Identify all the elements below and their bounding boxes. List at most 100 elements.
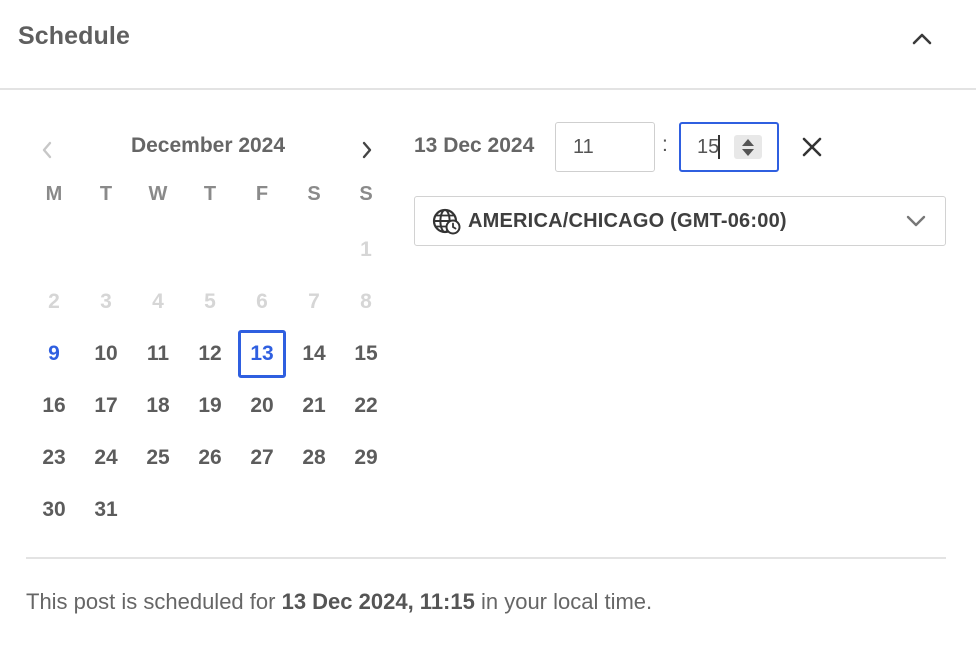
calendar-day[interactable]: 5 [184, 276, 236, 328]
weekday-label: F [255, 183, 269, 205]
calendar-day[interactable]: 6 [236, 276, 288, 328]
calendar-day[interactable]: 19 [184, 380, 236, 432]
calendar-empty-cell [288, 484, 340, 536]
previous-month-button[interactable] [34, 136, 60, 164]
day-number: 21 [302, 394, 326, 417]
calendar-day[interactable]: 31 [80, 484, 132, 536]
calendar-empty-cell [132, 484, 184, 536]
day-number: 14 [302, 342, 326, 365]
calendar-day[interactable]: 8 [340, 276, 392, 328]
calendar-day[interactable]: 24 [80, 432, 132, 484]
calendar-day[interactable]: 21 [288, 380, 340, 432]
day-number: 26 [198, 446, 222, 469]
day-number: 28 [302, 446, 326, 469]
day-number: 4 [152, 290, 164, 313]
weekday-label: S [359, 183, 373, 205]
day-number: 7 [308, 290, 320, 313]
day-number: 13 [238, 330, 286, 378]
calendar-day[interactable]: 2 [28, 276, 80, 328]
calendar-day[interactable]: 28 [288, 432, 340, 484]
hour-input[interactable] [555, 122, 655, 172]
calendar-day[interactable]: 4 [132, 276, 184, 328]
weekday-label: M [45, 183, 63, 205]
schedule-summary: This post is scheduled for 13 Dec 2024, … [26, 589, 652, 615]
day-number: 27 [250, 446, 274, 469]
text-cursor [718, 135, 720, 159]
calendar-day-selected[interactable]: 13 [236, 328, 288, 380]
calendar-day[interactable]: 7 [288, 276, 340, 328]
calendar-day[interactable]: 11 [132, 328, 184, 380]
day-number: 2 [48, 290, 60, 313]
calendar-day[interactable]: 3 [80, 276, 132, 328]
calendar-day[interactable]: 25 [132, 432, 184, 484]
calendar-day[interactable]: 14 [288, 328, 340, 380]
minute-field[interactable] [679, 122, 779, 172]
calendar-month-title: December 2024 [130, 134, 286, 157]
calendar-day[interactable]: 26 [184, 432, 236, 484]
day-number: 6 [256, 290, 268, 313]
selected-date-label: 13 Dec 2024 [414, 134, 535, 157]
timezone-select[interactable]: AMERICA/CHICAGO (GMT-06:00) [414, 196, 946, 246]
weekday-label: W [148, 183, 168, 205]
day-number: 22 [354, 394, 378, 417]
day-number: 1 [360, 238, 372, 261]
day-number: 10 [94, 342, 118, 365]
day-number: 12 [198, 342, 222, 365]
minute-stepper[interactable] [734, 135, 762, 159]
calendar-empty-cell [28, 224, 80, 276]
calendar-day[interactable]: 18 [132, 380, 184, 432]
calendar-empty-cell [184, 224, 236, 276]
section-divider [26, 557, 946, 559]
day-number: 20 [250, 394, 274, 417]
day-number: 16 [42, 394, 66, 417]
close-icon [802, 137, 822, 157]
calendar-day[interactable]: 27 [236, 432, 288, 484]
calendar-day[interactable]: 17 [80, 380, 132, 432]
calendar-empty-cell [288, 224, 340, 276]
calendar-day[interactable]: 23 [28, 432, 80, 484]
summary-prefix: This post is scheduled for [26, 589, 282, 614]
minute-input[interactable] [681, 124, 735, 170]
calendar-empty-cell [236, 484, 288, 536]
weekday-label: T [203, 183, 217, 205]
summary-suffix: in your local time. [474, 589, 653, 614]
day-number: 17 [94, 394, 118, 417]
calendar-day[interactable]: 30 [28, 484, 80, 536]
calendar-day[interactable]: 12 [184, 328, 236, 380]
spinner-down-icon [742, 148, 754, 156]
day-number: 29 [354, 446, 378, 469]
calendar-day-grid: 1 2 3 4 5 6 7 8 9 10 11 12 13 14 15 16 17 18 19 20 21 22 23 24 2… [28, 224, 392, 536]
globe-clock-icon [432, 208, 461, 235]
next-month-button[interactable] [354, 136, 380, 164]
calendar-day[interactable]: 10 [80, 328, 132, 380]
calendar-day[interactable]: 1 [340, 224, 392, 276]
calendar-day[interactable]: 15 [340, 328, 392, 380]
day-number: 23 [42, 446, 66, 469]
chevron-down-icon [906, 215, 926, 227]
schedule-panel-header: Schedule [0, 0, 976, 90]
weekday-label: S [307, 183, 321, 205]
timezone-label: AMERICA/CHICAGO (GMT-06:00) [468, 210, 787, 232]
day-number: 5 [204, 290, 216, 313]
calendar-day[interactable]: 20 [236, 380, 288, 432]
weekday-header-row: MTWTFSS [28, 183, 392, 211]
calendar-day-today[interactable]: 9 [28, 328, 80, 380]
weekday-label: T [99, 183, 113, 205]
calendar-empty-cell [80, 224, 132, 276]
calendar-day[interactable]: 22 [340, 380, 392, 432]
day-number: 25 [146, 446, 170, 469]
clear-schedule-button[interactable] [796, 130, 828, 164]
calendar-empty-cell [236, 224, 288, 276]
day-number: 3 [100, 290, 112, 313]
collapse-button[interactable] [902, 24, 942, 54]
day-number: 15 [354, 342, 378, 365]
day-number: 30 [42, 498, 66, 521]
day-number: 31 [94, 498, 118, 521]
day-number: 19 [198, 394, 222, 417]
chevron-right-icon [362, 141, 372, 159]
calendar-day[interactable]: 29 [340, 432, 392, 484]
spinner-up-icon [742, 138, 754, 146]
calendar-day[interactable]: 16 [28, 380, 80, 432]
panel-title: Schedule [18, 22, 130, 50]
day-number: 24 [94, 446, 118, 469]
